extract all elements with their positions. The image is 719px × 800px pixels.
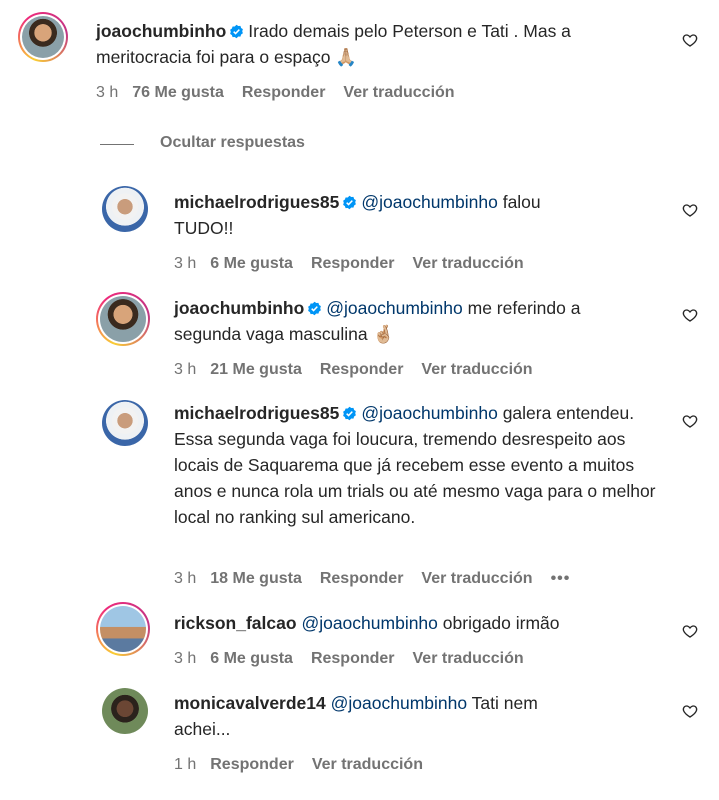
reply-button[interactable]: Responder [210, 756, 294, 773]
comment-body: me referindo a [467, 298, 581, 318]
comment-username[interactable]: michaelrodrigues85 [174, 403, 339, 423]
comment-username[interactable]: joaochumbinho [174, 298, 304, 318]
translate-button[interactable]: Ver traducción [413, 255, 524, 272]
comment-time[interactable]: 3 h [174, 570, 196, 587]
mention-link[interactable]: @joaochumbinho [361, 192, 497, 212]
avatar[interactable] [18, 12, 68, 62]
comment-time[interactable]: 3 h [174, 361, 196, 378]
translate-button[interactable]: Ver traducción [413, 650, 524, 667]
comment-text: michaelrodrigues85 @joaochumbinho galera … [174, 400, 674, 530]
comment-body-continued: TUDO!! [174, 218, 234, 238]
likes-count[interactable]: 21 Me gusta [210, 361, 302, 378]
comment-meta: 3 h 6 Me gusta Responder Ver traducción [174, 650, 542, 668]
comment-username[interactable]: michaelrodrigues85 [174, 192, 339, 212]
comment-meta: 3 h 18 Me gusta Responder Ver traducción ••• [174, 570, 588, 588]
verified-badge-icon [230, 24, 244, 39]
comment-body: obrigado irmão [442, 613, 560, 633]
verified-badge-icon [308, 301, 322, 316]
comment-body: Tati nem [471, 693, 538, 713]
comment-meta: 3 h 21 Me gusta Responder Ver traducción [174, 361, 551, 379]
like-heart-icon[interactable] [682, 413, 698, 429]
mention-link[interactable]: @joaochumbinho [301, 613, 437, 633]
comment-time[interactable]: 3 h [174, 255, 196, 272]
comment-text: joaochumbinho Irado demais pelo Peterson … [96, 18, 676, 70]
avatar[interactable] [102, 400, 148, 446]
verified-badge-icon [343, 406, 357, 421]
comment-time[interactable]: 3 h [174, 650, 196, 667]
like-heart-icon[interactable] [682, 703, 698, 719]
mention-link[interactable]: @joaochumbinho [361, 403, 497, 423]
like-heart-icon[interactable] [682, 307, 698, 323]
likes-count[interactable]: 76 Me gusta [132, 84, 224, 101]
comment-text: michaelrodrigues85 @joaochumbinho falou TU… [174, 189, 674, 241]
translate-button[interactable]: Ver traducción [421, 361, 532, 378]
comment-text: rickson_falcao @joaochumbinho obrigado i… [174, 610, 674, 636]
reply-button[interactable]: Responder [242, 84, 326, 101]
comment-text: joaochumbinho @joaochumbinho me referindo… [174, 295, 674, 347]
hide-replies-button[interactable]: Ocultar respuestas [160, 134, 305, 152]
comments-panel: joaochumbinho Irado demais pelo Peterson … [0, 0, 719, 800]
likes-count[interactable]: 6 Me gusta [210, 650, 293, 667]
avatar[interactable] [96, 292, 150, 346]
likes-count[interactable]: 18 Me gusta [210, 570, 302, 587]
comment-meta: 3 h 6 Me gusta Responder Ver traducción [174, 255, 542, 273]
like-heart-icon[interactable] [682, 32, 698, 48]
comment-username[interactable]: joaochumbinho [96, 21, 226, 41]
comment-text: monicavalverde14 @joaochumbinho Tati nem… [174, 690, 674, 742]
verified-badge-icon [343, 195, 357, 210]
likes-count[interactable]: 6 Me gusta [210, 255, 293, 272]
mention-link[interactable]: @joaochumbinho [331, 693, 467, 713]
comment-time[interactable]: 1 h [174, 756, 196, 773]
comment-body: Irado demais pelo Peterson e Tati . Mas … [248, 21, 571, 41]
translate-button[interactable]: Ver traducción [312, 756, 423, 773]
avatar[interactable] [102, 186, 148, 232]
reply-button[interactable]: Responder [311, 255, 395, 272]
comment-body: galera [502, 403, 552, 423]
comment-time[interactable]: 3 h [96, 84, 118, 101]
comment-body-continued: meritocracia foi para o espaço 🙏🏼 [96, 47, 358, 67]
comment-body: falou [502, 192, 541, 212]
avatar[interactable] [102, 688, 148, 734]
comment-meta: 1 h Responder Ver traducción [174, 756, 441, 774]
comment-meta: 3 h 76 Me gusta Responder Ver traducción [96, 84, 473, 102]
reply-button[interactable]: Responder [320, 570, 404, 587]
translate-button[interactable]: Ver traducción [421, 570, 532, 587]
avatar[interactable] [96, 602, 150, 656]
translate-button[interactable]: Ver traducción [343, 84, 454, 101]
more-options-button[interactable]: ••• [551, 570, 571, 587]
mention-link[interactable]: @joaochumbinho [326, 298, 462, 318]
like-heart-icon[interactable] [682, 202, 698, 218]
comment-username[interactable]: rickson_falcao [174, 613, 297, 633]
comment-username[interactable]: monicavalverde14 [174, 693, 326, 713]
reply-button[interactable]: Responder [311, 650, 395, 667]
like-heart-icon[interactable] [682, 623, 698, 639]
hide-replies-line [100, 144, 134, 145]
reply-button[interactable]: Responder [320, 361, 404, 378]
comment-body-continued: achei... [174, 719, 231, 739]
comment-body-continued: segunda vaga masculina 🤞🏼 [174, 324, 395, 344]
